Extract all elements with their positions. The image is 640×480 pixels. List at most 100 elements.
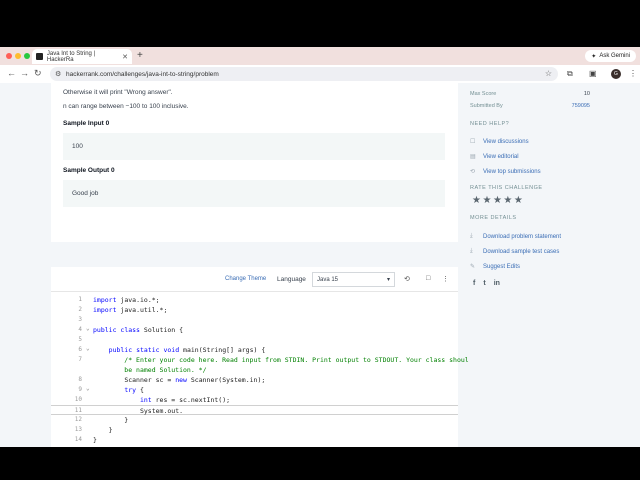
code-text: import java.io.*; bbox=[93, 296, 160, 304]
tab-title: Java Int to String | HackerRa bbox=[46, 50, 96, 63]
social-share: f t in bbox=[473, 280, 500, 287]
extensions-icon[interactable]: ⧉ bbox=[567, 69, 573, 79]
browser-tab[interactable]: Java Int to String | HackerRa ✕ bbox=[32, 49, 132, 64]
facebook-icon[interactable]: f bbox=[473, 280, 475, 287]
download-icon: ⤓ bbox=[470, 248, 473, 254]
code-line[interactable]: 13 } bbox=[51, 425, 458, 435]
suggest-edits-label: Suggest Edits bbox=[483, 263, 521, 270]
sample-input-value: 100 bbox=[72, 143, 83, 150]
url-text: hackerrank.com/challenges/java-int-to-st… bbox=[66, 70, 219, 78]
code-text: } bbox=[93, 416, 129, 424]
line-number: 7 bbox=[78, 356, 82, 363]
linkedin-icon[interactable]: in bbox=[494, 280, 500, 287]
code-line[interactable]: 8 Scanner sc = new Scanner(System.in); bbox=[51, 375, 458, 385]
close-window-icon[interactable] bbox=[6, 53, 12, 59]
browser-toolbar: ← → ↻ ⚙ hackerrank.com/challenges/java-i… bbox=[0, 65, 640, 83]
code-text: int res = sc.nextInt(); bbox=[139, 396, 231, 404]
fold-chevron-icon[interactable]: ⌄ bbox=[86, 385, 90, 392]
screen: Java Int to String | HackerRa ✕ + ✦ Ask … bbox=[0, 0, 640, 480]
view-editorial-label: View editorial bbox=[483, 153, 519, 160]
language-select[interactable]: Java 15 ▾ bbox=[312, 272, 395, 287]
download-sample-test-cases-link[interactable]: ⤓ Download sample test cases bbox=[470, 248, 559, 255]
code-text: /* Enter your code here. Read input from… bbox=[93, 356, 469, 364]
code-line[interactable]: 14} bbox=[51, 435, 458, 445]
code-line[interactable]: 9 ⌄ try { bbox=[51, 385, 458, 395]
code-line[interactable]: 11 System.out. bbox=[51, 405, 458, 415]
code-line[interactable]: 1 import java.io.*; bbox=[51, 295, 458, 305]
browser-chrome: Java Int to String | HackerRa ✕ + ✦ Ask … bbox=[0, 47, 640, 83]
new-tab-button[interactable]: + bbox=[137, 50, 143, 61]
gemini-sparkle-icon: ✦ bbox=[591, 53, 597, 60]
line-number: 9 bbox=[78, 386, 82, 393]
chevron-down-icon: ▾ bbox=[386, 277, 390, 283]
star-icon[interactable]: ★ bbox=[472, 195, 482, 206]
code-text: } bbox=[93, 426, 113, 434]
download-problem-statement-link[interactable]: ⤓ Download problem statement bbox=[470, 233, 561, 240]
code-line[interactable]: 10 int res = sc.nextInt(); bbox=[51, 395, 458, 405]
code-line[interactable]: 2 import java.util.*; bbox=[51, 305, 458, 315]
line-number: 14 bbox=[74, 436, 82, 443]
browser-menu-icon[interactable]: ⋮ bbox=[629, 69, 637, 78]
star-icon[interactable]: ★ bbox=[482, 195, 492, 206]
reset-code-icon[interactable]: ⟲ bbox=[404, 275, 410, 283]
profile-avatar[interactable]: G bbox=[611, 69, 621, 79]
change-theme-link[interactable]: Change Theme bbox=[225, 276, 266, 282]
otherwise-text: Otherwise it will print "Wrong answer". bbox=[63, 89, 173, 96]
hackerrank-favicon-icon bbox=[36, 53, 43, 60]
code-text: be named Solution. */ bbox=[93, 366, 207, 374]
star-icon[interactable]: ★ bbox=[493, 195, 503, 206]
twitter-icon[interactable]: t bbox=[483, 280, 485, 287]
line-number: 11 bbox=[74, 407, 82, 414]
code-line[interactable]: 12 } bbox=[51, 415, 458, 425]
rating-stars[interactable]: ★★★★★ bbox=[472, 195, 524, 206]
fold-chevron-icon[interactable]: ⌄ bbox=[86, 325, 90, 332]
fullscreen-icon[interactable]: □ bbox=[426, 275, 430, 282]
code-editor: Change Theme Language Java 15 ▾ ⟲ □ ⋮ 1 i… bbox=[51, 267, 469, 447]
ask-gemini-label: Ask Gemini bbox=[599, 53, 630, 59]
code-line[interactable]: 6 ⌄ public static void main(String[] args… bbox=[51, 345, 458, 355]
minimize-window-icon[interactable] bbox=[15, 53, 21, 59]
maximize-window-icon[interactable] bbox=[24, 53, 30, 59]
star-icon[interactable]: ★ bbox=[503, 195, 513, 206]
page-content: Otherwise it will print "Wrong answer". … bbox=[0, 83, 640, 447]
line-number: 10 bbox=[74, 396, 82, 403]
submitted-by-label: Submitted By bbox=[470, 103, 503, 109]
code-line[interactable]: 7 /* Enter your code here. Read input fr… bbox=[51, 355, 468, 365]
code-line[interactable]: 5 bbox=[51, 335, 458, 345]
editor-toolbar: Change Theme Language Java 15 ▾ ⟲ □ ⋮ bbox=[51, 267, 458, 292]
range-text: n can range between −100 to 100 inclusiv… bbox=[63, 103, 189, 110]
star-icon[interactable]: ★ bbox=[514, 195, 524, 206]
max-score-value: 10 bbox=[583, 91, 590, 97]
view-discussions-link[interactable]: ☐ View discussions bbox=[470, 138, 529, 146]
code-line[interactable]: 4 ⌄ public class Solution { bbox=[51, 325, 458, 335]
sample-output-box: Good job bbox=[63, 180, 445, 207]
line-number: 2 bbox=[78, 306, 82, 313]
sample-input-box: 100 bbox=[63, 133, 445, 160]
code-line[interactable]: be named Solution. */ bbox=[51, 365, 458, 375]
reload-icon[interactable]: ↻ bbox=[34, 68, 42, 79]
ask-gemini-button[interactable]: ✦ Ask Gemini bbox=[585, 50, 636, 62]
site-info-icon[interactable]: ⚙ bbox=[55, 70, 61, 78]
address-bar[interactable]: ⚙ hackerrank.com/challenges/java-int-to-… bbox=[50, 67, 558, 81]
code-text: System.out. bbox=[139, 407, 184, 415]
back-icon[interactable]: ← bbox=[7, 68, 16, 78]
bookmark-star-icon[interactable]: ☆ bbox=[545, 69, 552, 78]
line-number: 12 bbox=[74, 416, 82, 423]
editor-menu-icon[interactable]: ⋮ bbox=[442, 275, 449, 283]
close-tab-icon[interactable]: ✕ bbox=[122, 53, 128, 61]
suggest-edits-link[interactable]: ✎ Suggest Edits bbox=[470, 263, 521, 271]
editorial-icon: ▤ bbox=[470, 154, 476, 160]
sidebar-panel-icon[interactable]: ▣ bbox=[589, 69, 597, 78]
line-number: 13 bbox=[74, 426, 82, 433]
fold-chevron-icon[interactable]: ⌄ bbox=[86, 345, 90, 352]
forward-icon[interactable]: → bbox=[20, 68, 29, 78]
submissions-icon: ⟲ bbox=[470, 169, 476, 175]
view-editorial-link[interactable]: ▤ View editorial bbox=[470, 153, 519, 161]
code-text: Scanner sc = new Scanner(System.in); bbox=[124, 376, 266, 384]
submitted-by-value[interactable]: 759095 bbox=[572, 103, 590, 109]
code-line[interactable]: 3 bbox=[51, 315, 458, 325]
discussions-icon: ☐ bbox=[470, 139, 476, 145]
language-label: Language bbox=[277, 276, 306, 283]
problem-statement: Otherwise it will print "Wrong answer". … bbox=[51, 83, 458, 242]
view-top-submissions-link[interactable]: ⟲ View top submissions bbox=[470, 168, 541, 176]
